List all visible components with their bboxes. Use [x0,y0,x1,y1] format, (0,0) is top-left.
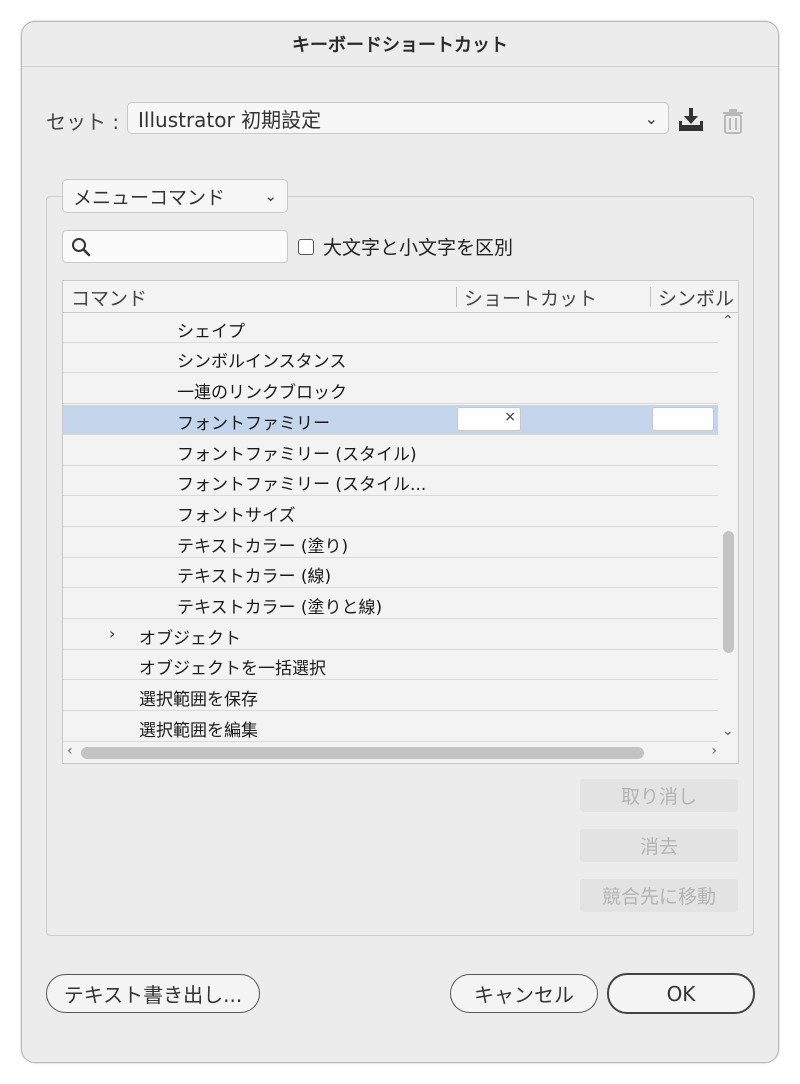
command-label: オブジェクト [139,629,241,649]
cancel-button[interactable]: キャンセル [450,974,598,1013]
case-sensitive-option[interactable]: 大文字と小文字を区別 [298,233,513,260]
symbol-input[interactable] [652,407,714,431]
command-label: 選択範囲を保存 [139,690,258,710]
command-label: フォントサイズ [177,506,296,526]
column-header-shortcut[interactable]: ショートカット [464,284,597,311]
command-label: フォントファミリー (スタイル) [177,445,417,465]
command-label: フォントファミリー [177,414,330,434]
table-row[interactable]: フォントファミリー (スタイル... [63,466,718,496]
case-sensitive-label: 大文字と小文字を区別 [323,237,514,259]
vertical-scroll-thumb[interactable] [723,531,734,653]
command-label: 選択範囲を編集 [139,721,258,741]
command-label: シェイプ [177,322,245,342]
chevron-down-icon: ⌄ [264,187,277,205]
table-header: コマンド ショートカット シンボル [63,281,738,313]
column-header-command[interactable]: コマンド [71,284,147,311]
table-row[interactable]: 選択範囲を編集 [63,712,718,742]
command-label: 一連のリンクブロック [177,383,347,403]
chevron-right-icon[interactable]: › [109,624,115,643]
set-select-value: Illustrator 初期設定 [138,107,322,132]
command-label: オブジェクトを一括選択 [139,659,326,679]
table-row[interactable]: オブジェクトを一括選択 [63,650,718,680]
command-label: シンボルインスタンス [177,352,347,372]
horizontal-scroll-thumb[interactable] [81,747,644,759]
column-header-symbol[interactable]: シンボル [658,284,734,311]
table-row[interactable]: フォントファミリー (スタイル) [63,436,718,466]
table-row[interactable]: テキストカラー (塗り) [63,528,718,558]
export-text-button[interactable]: テキスト書き出し... [46,974,260,1013]
scroll-up-icon[interactable]: ⌃ [722,313,734,329]
table-row-selected[interactable]: フォントファミリー × [63,405,718,435]
ok-button[interactable]: OK [607,973,755,1014]
dialog-title: キーボードショートカット [22,22,778,67]
column-divider [456,287,457,307]
shortcut-input[interactable]: × [457,407,521,431]
command-label: フォントファミリー (スタイル... [177,475,427,495]
table-row[interactable]: テキストカラー (線) [63,558,718,588]
undo-button[interactable]: 取り消し [580,779,738,812]
horizontal-scrollbar[interactable]: ‹ › [63,743,738,763]
table-row[interactable]: 選択範囲を保存 [63,681,718,711]
scroll-down-icon[interactable]: ⌄ [722,723,734,739]
set-select[interactable]: Illustrator 初期設定 ⌄ [127,102,669,134]
command-label: テキストカラー (塗りと線) [177,598,383,618]
shortcut-table: コマンド ショートカット シンボル シェイプ シンボルインスタンス 一連のリンク… [62,280,739,764]
command-label: テキストカラー (塗り) [177,537,349,557]
table-row[interactable]: › オブジェクト [63,620,718,650]
table-row[interactable]: シェイプ [63,313,718,343]
case-sensitive-checkbox[interactable] [298,238,314,255]
set-label: セット : [46,110,120,134]
search-icon [72,238,91,257]
chevron-down-icon: ⌄ [644,109,658,128]
save-set-icon[interactable] [677,106,705,134]
command-type-value: メニューコマンド [73,186,226,209]
search-field[interactable] [62,230,288,263]
search-input[interactable] [95,235,284,260]
table-row[interactable]: フォントサイズ [63,497,718,527]
trash-icon[interactable] [722,108,744,134]
scroll-right-icon[interactable]: › [711,743,717,759]
clear-shortcut-icon[interactable]: × [504,409,516,425]
column-divider [650,287,651,307]
table-row[interactable]: 一連のリンクブロック [63,374,718,404]
table-row[interactable]: シンボルインスタンス [63,343,718,373]
scroll-left-icon[interactable]: ‹ [67,743,73,759]
command-type-select[interactable]: メニューコマンド ⌄ [62,179,288,213]
vertical-scrollbar[interactable]: ⌃ ⌄ [718,313,738,743]
keyboard-shortcuts-dialog: キーボードショートカット セット : Illustrator 初期設定 ⌄ メニ… [21,21,779,1063]
goto-conflict-button[interactable]: 競合先に移動 [580,879,738,912]
command-label: テキストカラー (線) [177,567,332,587]
table-row[interactable]: テキストカラー (塗りと線) [63,589,718,619]
clear-button[interactable]: 消去 [580,829,738,862]
